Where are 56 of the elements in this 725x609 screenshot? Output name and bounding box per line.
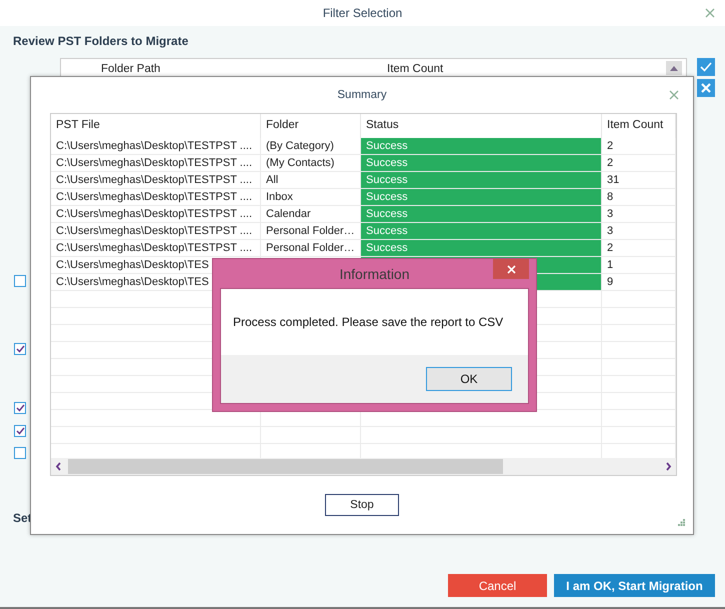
section-heading: Review PST Folders to Migrate — [13, 34, 188, 48]
column-header: Item Count — [387, 63, 444, 75]
triangle-up-icon — [670, 66, 678, 70]
scroll-up-button[interactable] — [666, 61, 682, 75]
check-button[interactable] — [697, 58, 715, 76]
stop-button[interactable]: Stop — [325, 494, 399, 516]
horizontal-scrollbar[interactable] — [51, 458, 676, 475]
close-icon[interactable] — [669, 90, 679, 100]
status-cell: Success — [361, 172, 602, 188]
table-cell: C:\Users\meghas\Desktop\TESTPST .... — [51, 240, 261, 256]
table-cell: C:\Users\meghas\Desktop\TESTPST .... — [51, 206, 261, 222]
table-cell: 2 — [602, 240, 676, 256]
status-cell: Success — [361, 138, 602, 154]
close-icon[interactable] — [705, 8, 715, 18]
close-icon — [506, 264, 516, 274]
table-cell: 8 — [602, 189, 676, 205]
dialog-message: Process completed. Please save the report to CSV — [233, 315, 504, 329]
table-cell: C:\Users\meghas\Desktop\TESTPST .... — [51, 189, 261, 205]
checkbox[interactable] — [14, 447, 26, 459]
checkbox[interactable] — [14, 402, 26, 414]
cross-button[interactable] — [697, 79, 715, 97]
status-cell: Success — [361, 155, 602, 171]
resize-grip-icon[interactable] — [678, 519, 685, 526]
column-header: Folder Path — [100, 63, 162, 75]
table-cell: C:\Users\meghas\Desktop\TESTPST .... — [51, 155, 261, 171]
table-cell: C:\Users\meghas\Desktop\TESTPST .... — [51, 138, 261, 154]
dialog-title: Summary — [337, 89, 387, 101]
table-cell: 3 — [602, 223, 676, 239]
table-cell: C:\Users\meghas\Desktop\TESTPST .... — [51, 172, 261, 188]
table-cell: 3 — [602, 206, 676, 222]
table-cell: 2 — [602, 155, 676, 171]
checkbox[interactable] — [14, 275, 26, 287]
scroll-right-icon[interactable] — [665, 462, 672, 471]
close-button[interactable] — [493, 259, 529, 279]
status-cell: Success — [361, 189, 602, 205]
status-cell: Success — [361, 223, 602, 239]
scroll-left-icon[interactable] — [55, 462, 62, 471]
close-icon — [701, 83, 711, 93]
column-header: Folder — [261, 114, 361, 138]
table-cell: 1 — [602, 257, 676, 273]
table-cell: 9 — [602, 274, 676, 290]
start-migration-button[interactable]: I am OK, Start Migration — [554, 574, 715, 597]
check-icon — [700, 62, 712, 72]
checkbox[interactable] — [14, 425, 26, 437]
status-cell: Success — [361, 240, 602, 256]
table-cell: 31 — [602, 172, 676, 188]
ok-button[interactable]: OK — [426, 367, 512, 391]
column-header: PST File — [51, 114, 261, 138]
cancel-button[interactable]: Cancel — [448, 574, 547, 597]
table-cell: C:\Users\meghas\Desktop\TESTPST .... — [51, 223, 261, 239]
dialog-title: Information — [339, 266, 410, 282]
status-cell: Success — [361, 206, 602, 222]
checkbox[interactable] — [14, 343, 26, 355]
column-header: Item Count — [602, 114, 676, 138]
window-title: Filter Selection — [322, 6, 402, 20]
table-cell: 2 — [602, 138, 676, 154]
